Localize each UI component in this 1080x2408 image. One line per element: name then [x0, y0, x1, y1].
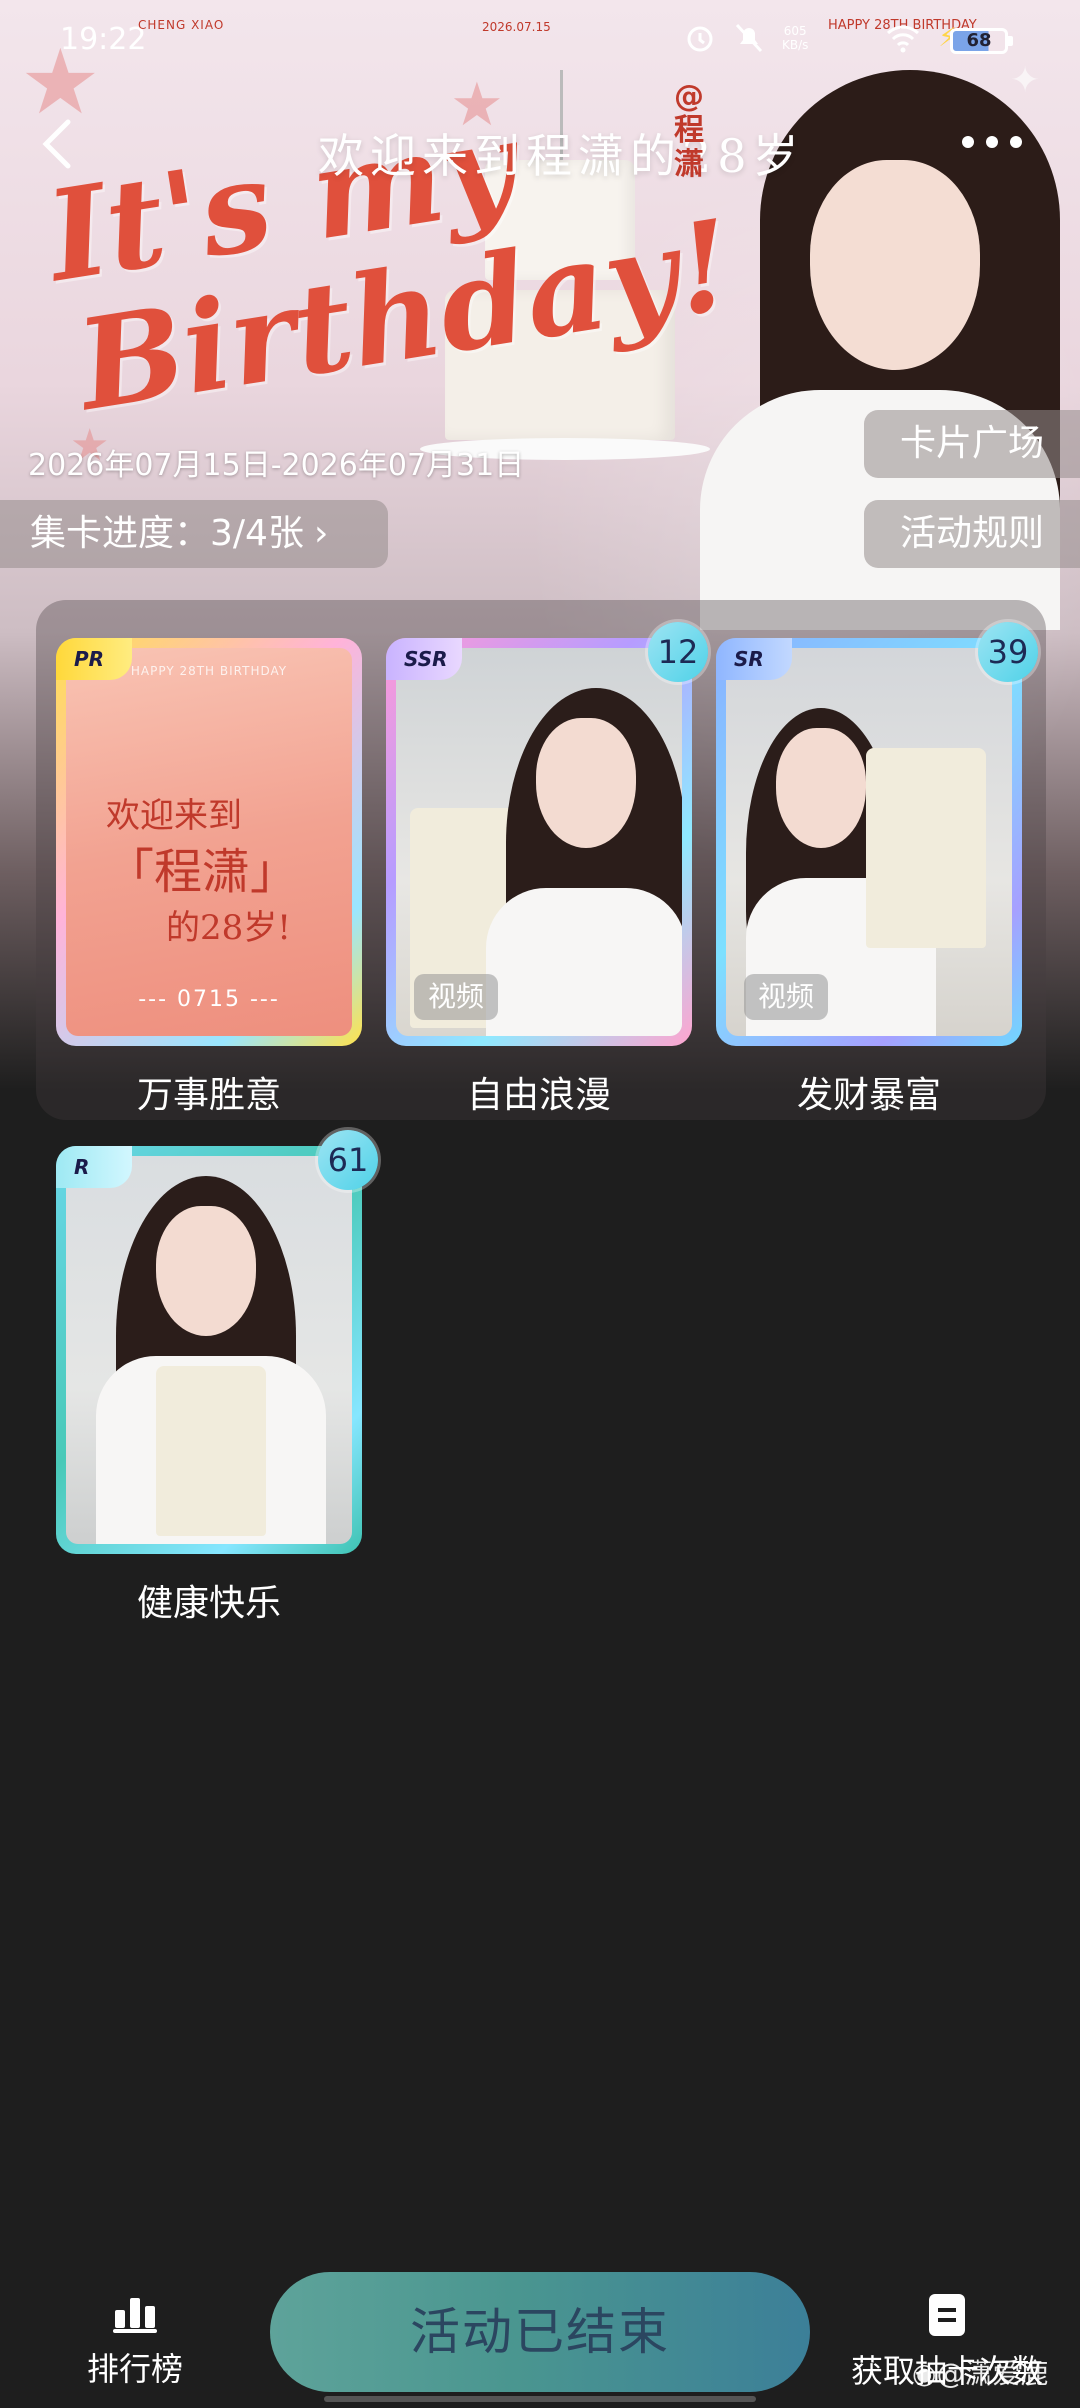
card-item[interactable]: HAPPY 28TH BIRTHDAY 欢迎来到 「程潇」 的28岁! --- …	[56, 638, 362, 1046]
status-bar: 19:22 CHENG XIAO 2026.07.15 HAPPY 28TH B…	[0, 0, 1080, 80]
card-plaza-button[interactable]: 卡片广场	[864, 410, 1080, 478]
network-speed: 605 KB/s	[782, 24, 809, 52]
video-tag: 视频	[744, 974, 828, 1020]
card-item[interactable]: R 61	[56, 1130, 378, 1554]
alarm-icon	[687, 26, 713, 52]
card-image: 视频	[396, 648, 682, 1036]
card-count-badge: 39	[978, 622, 1038, 682]
rarity-badge: PR	[56, 638, 132, 680]
event-ended-button[interactable]: 活动已结束	[270, 2272, 810, 2392]
collection-progress-label: 集卡进度：3/4张	[30, 513, 304, 554]
card-art-text: 欢迎来到 「程潇」 的28岁!	[106, 796, 299, 948]
page-title: 欢迎来到程潇的28岁	[318, 129, 805, 183]
event-date-range: 2026年07月15日-2026年07月31日	[28, 448, 525, 483]
document-icon	[929, 2294, 965, 2336]
status-deco-text: CHENG XIAO	[138, 18, 225, 32]
video-tag: 视频	[414, 974, 498, 1020]
card-count-badge: 12	[648, 622, 708, 682]
more-options-button[interactable]	[962, 136, 1022, 148]
status-time: 19:22	[60, 22, 147, 57]
leaderboard-button[interactable]: 排行榜	[82, 2294, 188, 2390]
rarity-badge: SR	[716, 638, 792, 680]
card-name: 健康快乐	[136, 1583, 281, 1624]
weibo-icon: ◉	[912, 2357, 937, 2390]
card-art-code: --- 0715 ---	[138, 987, 280, 1012]
rarity-badge: SSR	[386, 638, 462, 680]
home-indicator	[324, 2396, 756, 2402]
card-name: 发财暴富	[796, 1075, 941, 1116]
chevron-right-icon: ›	[313, 513, 329, 554]
collection-progress-button[interactable]: 集卡进度：3/4张 ›	[0, 500, 388, 568]
mute-icon	[735, 23, 763, 53]
weibo-handle-tag: @程潇	[674, 79, 704, 182]
card-name: 自由浪漫	[466, 1075, 611, 1116]
rarity-badge: R	[56, 1146, 132, 1188]
card-image	[66, 1156, 352, 1544]
wifi-icon	[887, 25, 920, 53]
back-button[interactable]	[38, 116, 78, 172]
card-image: HAPPY 28TH BIRTHDAY 欢迎来到 「程潇」 的28岁! --- …	[66, 648, 352, 1036]
leaderboard-label: 排行榜	[86, 2350, 183, 2388]
watermark: ◉@潇爱鹿	[912, 2357, 1049, 2390]
battery-indicator: 68	[950, 28, 1013, 54]
status-date-deco: 2026.07.15	[482, 20, 551, 34]
card-name: 万事胜意	[136, 1075, 281, 1116]
card-count-badge: 61	[318, 1130, 378, 1190]
event-rules-button[interactable]: 活动规则	[864, 500, 1080, 568]
card-image: 视频	[726, 648, 1012, 1036]
card-item[interactable]: 视频 SR 39	[716, 622, 1038, 1046]
leaderboard-icon	[113, 2298, 157, 2333]
status-icons: 605 KB/s ⚡	[684, 22, 957, 54]
card-item[interactable]: 视频 SSR 12	[386, 622, 708, 1046]
